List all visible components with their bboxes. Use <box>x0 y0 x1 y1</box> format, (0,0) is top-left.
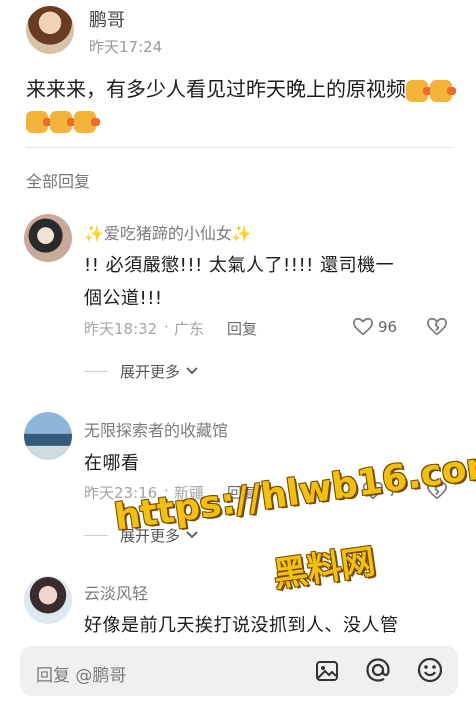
pointing-hand-emoji <box>406 77 456 102</box>
expand-more-button[interactable]: 展开更多 <box>120 361 199 382</box>
emoji-icon <box>417 657 443 683</box>
comment-text-line: 個公道!!! <box>84 288 163 309</box>
heart-icon <box>353 317 373 336</box>
mention-button[interactable] <box>364 656 392 684</box>
watermark-url: https://hlwb16.com <box>112 443 476 539</box>
comment-location-separator: · <box>164 318 169 336</box>
pointing-hand-emoji <box>26 108 100 133</box>
section-divider <box>26 147 452 148</box>
reply-input[interactable]: 回复 @鹏哥 <box>20 646 458 696</box>
post-author-avatar[interactable] <box>26 6 74 54</box>
expand-line <box>84 535 108 536</box>
comment-reply-button[interactable]: 回复 <box>227 318 257 339</box>
section-title: 全部回复 <box>26 172 91 191</box>
like-button[interactable]: 96 <box>352 314 412 340</box>
post-content: 来来来，有多少人看见过昨天晚上的原视频 <box>26 74 456 136</box>
comment-text-line: !! 必須嚴懲!!! 太氣人了!!!! 還司機一 <box>84 255 395 276</box>
post-author-name[interactable]: 鹏哥 <box>89 6 125 32</box>
chevron-down-icon <box>186 531 198 539</box>
comment-text-line: 好像是前几天挨打说没抓到人、没人管 <box>84 615 399 636</box>
post-text: 来来来，有多少人看见过昨天晚上的原视频 <box>26 77 406 101</box>
at-icon <box>366 658 390 682</box>
broken-heart-icon <box>427 317 447 335</box>
comment-author-name[interactable]: 云淡风轻 <box>84 580 148 604</box>
post-time: 昨天17:24 <box>89 38 163 56</box>
comment-author-name[interactable]: 无限探索者的收藏馆 <box>84 417 228 441</box>
comment-time: 昨天18:32 <box>84 320 158 338</box>
comment-avatar[interactable] <box>24 214 72 262</box>
image-icon <box>316 661 338 681</box>
chevron-down-icon <box>186 367 198 375</box>
watermark-label: 黑料网 <box>271 541 378 596</box>
comment-author-name[interactable]: ✨爱吃猪蹄的小仙女✨ <box>84 220 252 244</box>
dislike-button[interactable] <box>426 316 450 340</box>
comment-location: 广东 <box>174 320 205 338</box>
image-button[interactable] <box>314 658 340 684</box>
emoji-button[interactable] <box>416 656 444 684</box>
expand-more-label: 展开更多 <box>120 363 181 381</box>
expand-line <box>84 371 108 372</box>
reply-input-placeholder: 回复 @鹏哥 <box>36 666 127 686</box>
comment-text-line: 在哪看 <box>84 453 140 474</box>
comment-avatar[interactable] <box>24 576 72 624</box>
like-count: 96 <box>378 318 398 336</box>
comment-avatar[interactable] <box>24 412 72 460</box>
